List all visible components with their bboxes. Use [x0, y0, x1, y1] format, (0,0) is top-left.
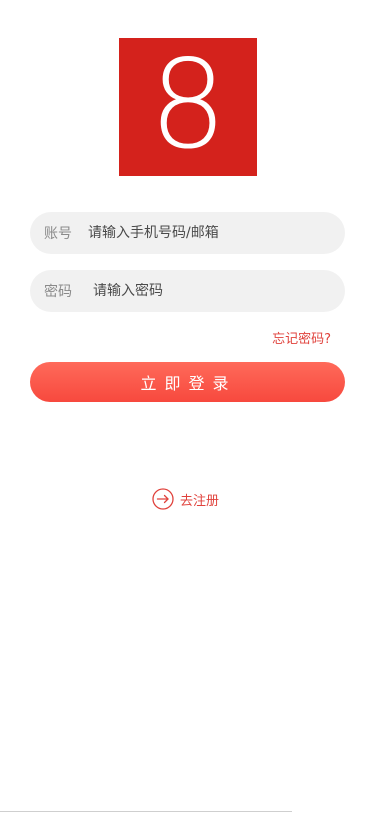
arrow-right-circle-icon	[152, 488, 174, 510]
login-page: 8 账号 密码 忘记密码? 立即登录 去注册	[0, 0, 374, 813]
account-label: 账号	[44, 226, 72, 242]
logo-char: 8	[149, 34, 227, 176]
password-label: 密码	[44, 284, 72, 300]
login-button[interactable]: 立即登录	[30, 362, 345, 402]
divider	[0, 811, 292, 812]
account-input[interactable]	[88, 225, 308, 241]
register-label: 去注册	[180, 493, 220, 509]
password-field[interactable]: 密码	[30, 270, 345, 312]
password-input[interactable]	[93, 283, 313, 299]
forgot-password-link[interactable]: 忘记密码?	[272, 328, 331, 347]
account-field[interactable]: 账号	[30, 212, 345, 254]
register-link[interactable]: 去注册	[152, 488, 219, 510]
app-logo: 8	[119, 38, 257, 176]
